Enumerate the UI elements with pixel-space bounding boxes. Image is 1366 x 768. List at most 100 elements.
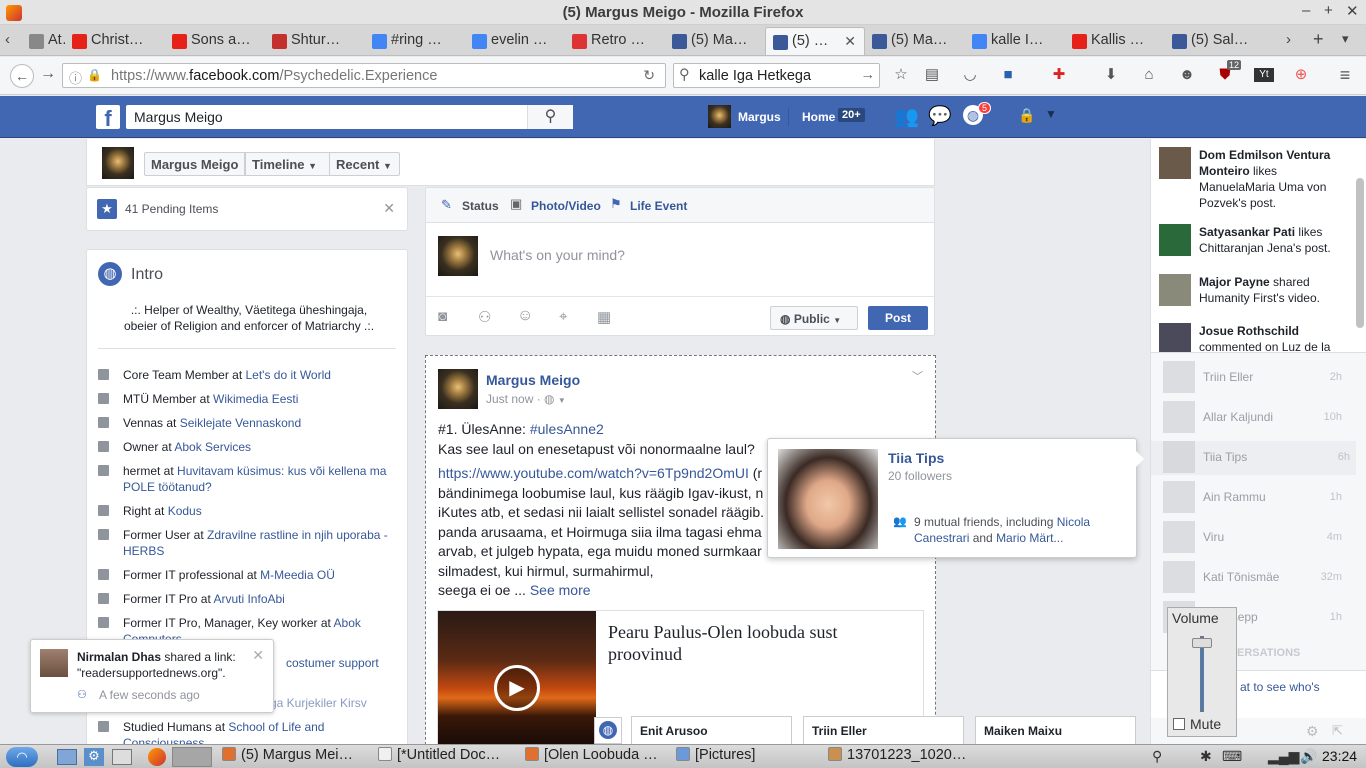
browser-tab[interactable]: kalle I… [965, 27, 1065, 55]
browser-tab[interactable]: Kallis … [1065, 27, 1165, 55]
chat-tabs-globe[interactable]: ◍ [594, 717, 622, 744]
friend-requests-icon[interactable]: 👥 [894, 104, 919, 129]
minimize-button[interactable]: – [1302, 2, 1310, 19]
bookmark-star-icon[interactable]: ☆ [892, 66, 910, 84]
tray-bluetooth-icon[interactable]: ✱ [1200, 748, 1212, 765]
intro-item-link[interactable]: Let's do it World [246, 368, 331, 382]
avatar[interactable] [102, 147, 134, 179]
desktop-switcher[interactable] [172, 747, 212, 767]
chat-contact[interactable]: Triin Eller 2h [1163, 361, 1348, 395]
browser-tab[interactable]: Shtur… [265, 27, 365, 55]
tag-friends-icon[interactable]: ⚇ [478, 308, 491, 326]
pending-items-box[interactable]: ★ 41 Pending Items ✕ [86, 187, 408, 231]
avatar[interactable] [708, 105, 731, 128]
see-more-link[interactable]: See more [530, 582, 591, 598]
search-icon[interactable]: ⚲ [527, 105, 573, 129]
status-tab[interactable]: Status [462, 199, 499, 213]
network-signal-icon[interactable]: ▂▄▆ [1268, 748, 1299, 765]
forward-button[interactable]: → [40, 65, 56, 83]
ticker-item[interactable]: Satyasankar Pati likes Chittaranjan Jena… [1159, 224, 1339, 256]
timeline-name-button[interactable]: Margus Meigo [144, 152, 246, 176]
new-tab-button[interactable]: + [1313, 29, 1324, 50]
hovercard-name[interactable]: Tiia Tips [888, 450, 944, 466]
youtube-addon-icon[interactable]: Yt [1254, 68, 1274, 82]
intro-item-link[interactable]: Kodus [168, 504, 202, 518]
photo-icon[interactable]: ◙ [438, 308, 447, 325]
life-event-tab[interactable]: Life Event [630, 199, 687, 213]
mutual-friend-link[interactable]: Mario Märt... [996, 531, 1063, 545]
post-author[interactable]: Margus Meigo [486, 372, 580, 388]
close-icon[interactable]: ✕ [252, 647, 264, 664]
intro-item-link[interactable]: Arvuti InfoAbi [213, 592, 284, 606]
hovercard-photo[interactable] [778, 449, 878, 549]
browser-tab[interactable]: (5) Sal… [1165, 27, 1265, 55]
browser-tab[interactable]: (5) Ma… [865, 27, 965, 55]
location-icon[interactable]: ⌖ [559, 308, 567, 325]
notification-toast[interactable]: Nirmalan Dhas shared a link: "readersupp… [30, 639, 274, 713]
close-tab-icon[interactable]: ✕ [844, 33, 856, 50]
home-icon[interactable]: ⌂ [1140, 66, 1158, 84]
browser-tab[interactable]: Retro … [565, 27, 665, 55]
taskbar-item[interactable]: (5) Margus Mei… [222, 747, 372, 767]
chat-contact[interactable]: Ain Rammu 1h [1163, 481, 1348, 515]
file-manager-icon[interactable] [57, 749, 77, 765]
chat-addon-icon[interactable]: ☻ [1178, 66, 1196, 84]
keyboard-icon[interactable]: ⌨ [1222, 748, 1242, 765]
recent-dropdown[interactable]: Recent ▼ [329, 152, 400, 176]
privacy-shortcuts-icon[interactable]: 🔒 [1018, 107, 1035, 124]
play-icon[interactable]: ▶ [494, 665, 540, 711]
browser-tab[interactable]: At… [22, 27, 65, 55]
ticker-scrollbar[interactable] [1356, 178, 1364, 328]
chat-expand-icon[interactable]: ⇱ [1332, 723, 1343, 739]
browser-tab[interactable]: Sons a… [165, 27, 265, 55]
chat-contact[interactable]: Tiia Tips 6h [1151, 441, 1356, 475]
search-go-icon[interactable]: → [861, 67, 876, 83]
tab-list-button[interactable]: ▾ [1342, 31, 1349, 47]
intro-item-link[interactable]: Wikimedia Eesti [213, 392, 298, 406]
hashtag-link[interactable]: #ulesAnne2 [530, 421, 604, 437]
addon-redcross-icon[interactable]: ✚ [1050, 66, 1068, 84]
reload-icon[interactable]: ↻ [643, 67, 655, 84]
mute-checkbox[interactable] [1173, 718, 1185, 730]
chat-contact[interactable]: Kati Tõnismäe 32m [1163, 561, 1348, 595]
tab-scroll-right-button[interactable]: › [1286, 31, 1291, 48]
intro-item-link[interactable]: Abok Services [174, 440, 251, 454]
browser-tab[interactable]: (5) Ma… [665, 27, 765, 55]
photo-video-tab[interactable]: Photo/Video [531, 199, 601, 213]
taskbar-item[interactable]: 13701223_1020… [828, 747, 978, 767]
facebook-logo-icon[interactable]: f [96, 105, 120, 129]
browser-tab[interactable]: (5) … ✕ [765, 27, 865, 55]
taskbar-item[interactable]: [Pictures] [676, 747, 821, 767]
chat-contact[interactable]: Allar Kaljundi 10h [1163, 401, 1348, 435]
post-button[interactable]: Post [868, 306, 928, 330]
profile-link[interactable]: Margus [738, 110, 781, 124]
chat-contact[interactable]: Viru 4m [1163, 521, 1348, 555]
menu-icon[interactable]: ≡ [1336, 66, 1354, 84]
volume-slider-handle[interactable] [1192, 638, 1212, 648]
ticker-item[interactable]: Josue Rothschild commented on Luz de la [1159, 323, 1339, 352]
maximize-button[interactable]: + [1324, 2, 1333, 19]
tab-scroll-left-button[interactable]: ‹ [5, 31, 10, 48]
lifebuoy-icon[interactable]: ⊕ [1292, 66, 1310, 84]
account-menu-icon[interactable]: ▼ [1045, 107, 1057, 121]
back-button[interactable]: ← [10, 64, 34, 88]
messages-icon[interactable]: 💬 [928, 104, 952, 128]
ticker-item[interactable]: Dom Edmilson Ventura Monteiro likes Manu… [1159, 147, 1339, 211]
info-icon[interactable]: ⓘ [69, 68, 82, 87]
chat-tab[interactable]: Enit Arusoo [631, 716, 792, 744]
chat-tab[interactable]: Triin Eller [803, 716, 964, 744]
start-menu-icon[interactable]: ◠ [6, 747, 38, 767]
feeling-icon[interactable]: ☺ [517, 307, 533, 325]
download-icon[interactable]: ⬇ [1102, 66, 1120, 84]
chat-info-fragment[interactable]: at to see who's [1240, 680, 1320, 694]
taskbar-item[interactable]: [Olen Loobuda … [525, 747, 670, 767]
chat-settings-icon[interactable]: ⚙ [1306, 723, 1319, 740]
pocket-icon[interactable]: ◡ [961, 66, 979, 84]
volume-tray-icon[interactable]: 🔊 [1300, 748, 1317, 765]
calendar-icon[interactable]: ▦ [597, 308, 611, 326]
privacy-chevron-icon[interactable]: ▼ [558, 396, 566, 405]
privacy-selector[interactable]: ◍ Public ▼ [770, 306, 858, 330]
avatar[interactable] [438, 369, 478, 409]
url-bar[interactable]: ⓘ 🔒 https://www.facebook.com/Psychedelic… [62, 63, 666, 88]
youtube-link[interactable]: https://www.youtube.com/watch?v=6Tp9nd2O… [438, 465, 749, 481]
